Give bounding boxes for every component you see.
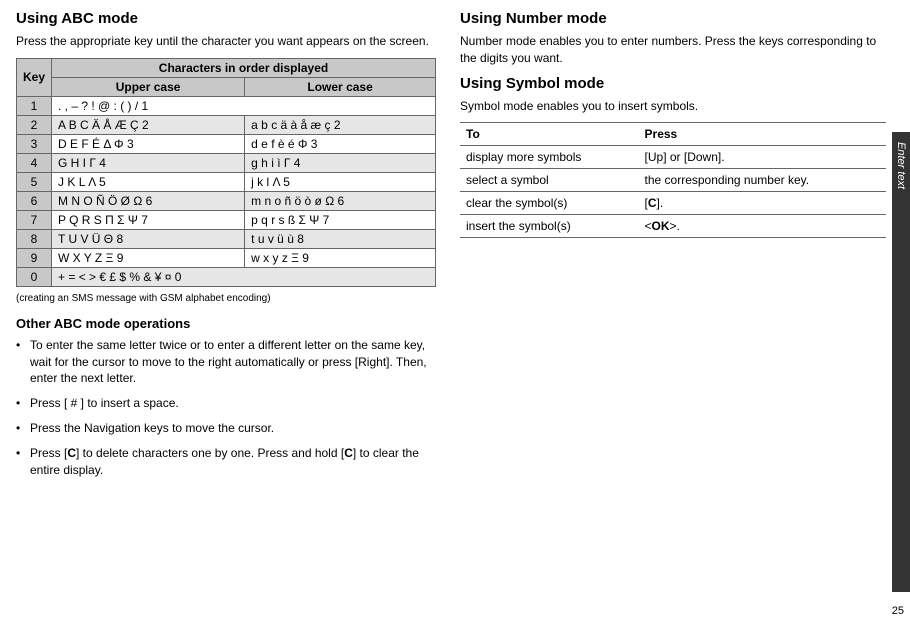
cell-upper: M N O Ñ Ö Ø Ω 6 [52,191,245,210]
bullet-dot: • [16,445,30,479]
cell-to: display more symbols [460,146,639,169]
list-item-text: Press the Navigation keys to move the cu… [30,420,274,437]
list-item: •Press the Navigation keys to move the c… [16,420,436,437]
cell-key: 6 [17,191,52,210]
abc-intro-text: Press the appropriate key until the char… [16,33,436,50]
table-row: 7P Q R S Π Σ Ψ 7p q r s ß Σ Ψ 7 [17,210,436,229]
cell-lower: a b c ä à å æ ç 2 [245,115,436,134]
cell-upper: A B C Ä Å Æ Ç 2 [52,115,245,134]
cell-lower: g h i ì Γ 4 [245,153,436,172]
cell-upper: D E F É Δ Φ 3 [52,134,245,153]
cell-lower: m n o ñ ö ò ø Ω 6 [245,191,436,210]
bullet-dot: • [16,395,30,412]
cell-upper: T U V Ü Θ 8 [52,229,245,248]
table-row: 2A B C Ä Å Æ Ç 2a b c ä à å æ ç 2 [17,115,436,134]
th-chars: Characters in order displayed [52,58,436,77]
cell-key: 2 [17,115,52,134]
list-item: •Press [ # ] to insert a space. [16,395,436,412]
heading-symbol-mode: Using Symbol mode [460,75,886,92]
symbol-mode-text: Symbol mode enables you to insert symbol… [460,98,886,115]
bullet-dot: • [16,337,30,387]
list-item-text: To enter the same letter twice or to ent… [30,337,436,387]
table-row: 1. , – ? ! @ : ( ) / 1 [17,96,436,115]
page-number: 25 [892,605,904,617]
cell-press: <OK>. [639,215,886,238]
table-row: select a symbolthe corresponding number … [460,169,886,192]
table-caption: (creating an SMS message with GSM alphab… [16,293,436,304]
heading-number-mode: Using Number mode [460,10,886,27]
list-item-text: Press [ # ] to insert a space. [30,395,179,412]
cell-key: 7 [17,210,52,229]
heading-abc-mode: Using ABC mode [16,10,436,27]
list-item: •To enter the same letter twice or to en… [16,337,436,387]
list-item-text: Press [C] to delete characters one by on… [30,445,436,479]
cell-press: [C]. [639,192,886,215]
cell-upper: . , – ? ! @ : ( ) / 1 [52,96,436,115]
cell-lower: t u v ü ù 8 [245,229,436,248]
cell-upper: P Q R S Π Σ Ψ 7 [52,210,245,229]
side-tab: Enter text [892,132,910,592]
char-table: Key Characters in order displayed Upper … [16,58,436,287]
cell-to: select a symbol [460,169,639,192]
cell-key: 5 [17,172,52,191]
table-row: 3D E F É Δ Φ 3d e f è é Φ 3 [17,134,436,153]
cell-to: clear the symbol(s) [460,192,639,215]
bullet-dot: • [16,420,30,437]
cell-key: 8 [17,229,52,248]
th-press: Press [639,123,886,146]
th-key: Key [17,58,52,96]
table-row: 9W X Y Z Ξ 9w x y z Ξ 9 [17,248,436,267]
th-to: To [460,123,639,146]
table-row: clear the symbol(s)[C]. [460,192,886,215]
table-row: 8T U V Ü Θ 8t u v ü ù 8 [17,229,436,248]
cell-upper: + = < > € £ $ % & ¥ ¤ 0 [52,267,436,286]
table-row: 4G H I Γ 4g h i ì Γ 4 [17,153,436,172]
cell-lower: w x y z Ξ 9 [245,248,436,267]
th-upper: Upper case [52,77,245,96]
cell-key: 4 [17,153,52,172]
table-row: insert the symbol(s)<OK>. [460,215,886,238]
cell-key: 1 [17,96,52,115]
cell-upper: W X Y Z Ξ 9 [52,248,245,267]
list-item: •Press [C] to delete characters one by o… [16,445,436,479]
cell-press: the corresponding number key. [639,169,886,192]
cell-key: 3 [17,134,52,153]
press-table: To Press display more symbols[Up] or [Do… [460,122,886,238]
cell-to: insert the symbol(s) [460,215,639,238]
table-row: 6M N O Ñ Ö Ø Ω 6m n o ñ ö ò ø Ω 6 [17,191,436,210]
heading-other-ops: Other ABC mode operations [16,316,436,331]
cell-key: 0 [17,267,52,286]
table-row: 0+ = < > € £ $ % & ¥ ¤ 0 [17,267,436,286]
cell-lower: p q r s ß Σ Ψ 7 [245,210,436,229]
table-row: 5J K L Λ 5j k l Λ 5 [17,172,436,191]
th-lower: Lower case [245,77,436,96]
cell-upper: G H I Γ 4 [52,153,245,172]
table-row: display more symbols[Up] or [Down]. [460,146,886,169]
cell-lower: d e f è é Φ 3 [245,134,436,153]
cell-key: 9 [17,248,52,267]
number-mode-text: Number mode enables you to enter numbers… [460,33,886,67]
bullet-list: •To enter the same letter twice or to en… [16,337,436,479]
cell-press: [Up] or [Down]. [639,146,886,169]
cell-lower: j k l Λ 5 [245,172,436,191]
cell-upper: J K L Λ 5 [52,172,245,191]
